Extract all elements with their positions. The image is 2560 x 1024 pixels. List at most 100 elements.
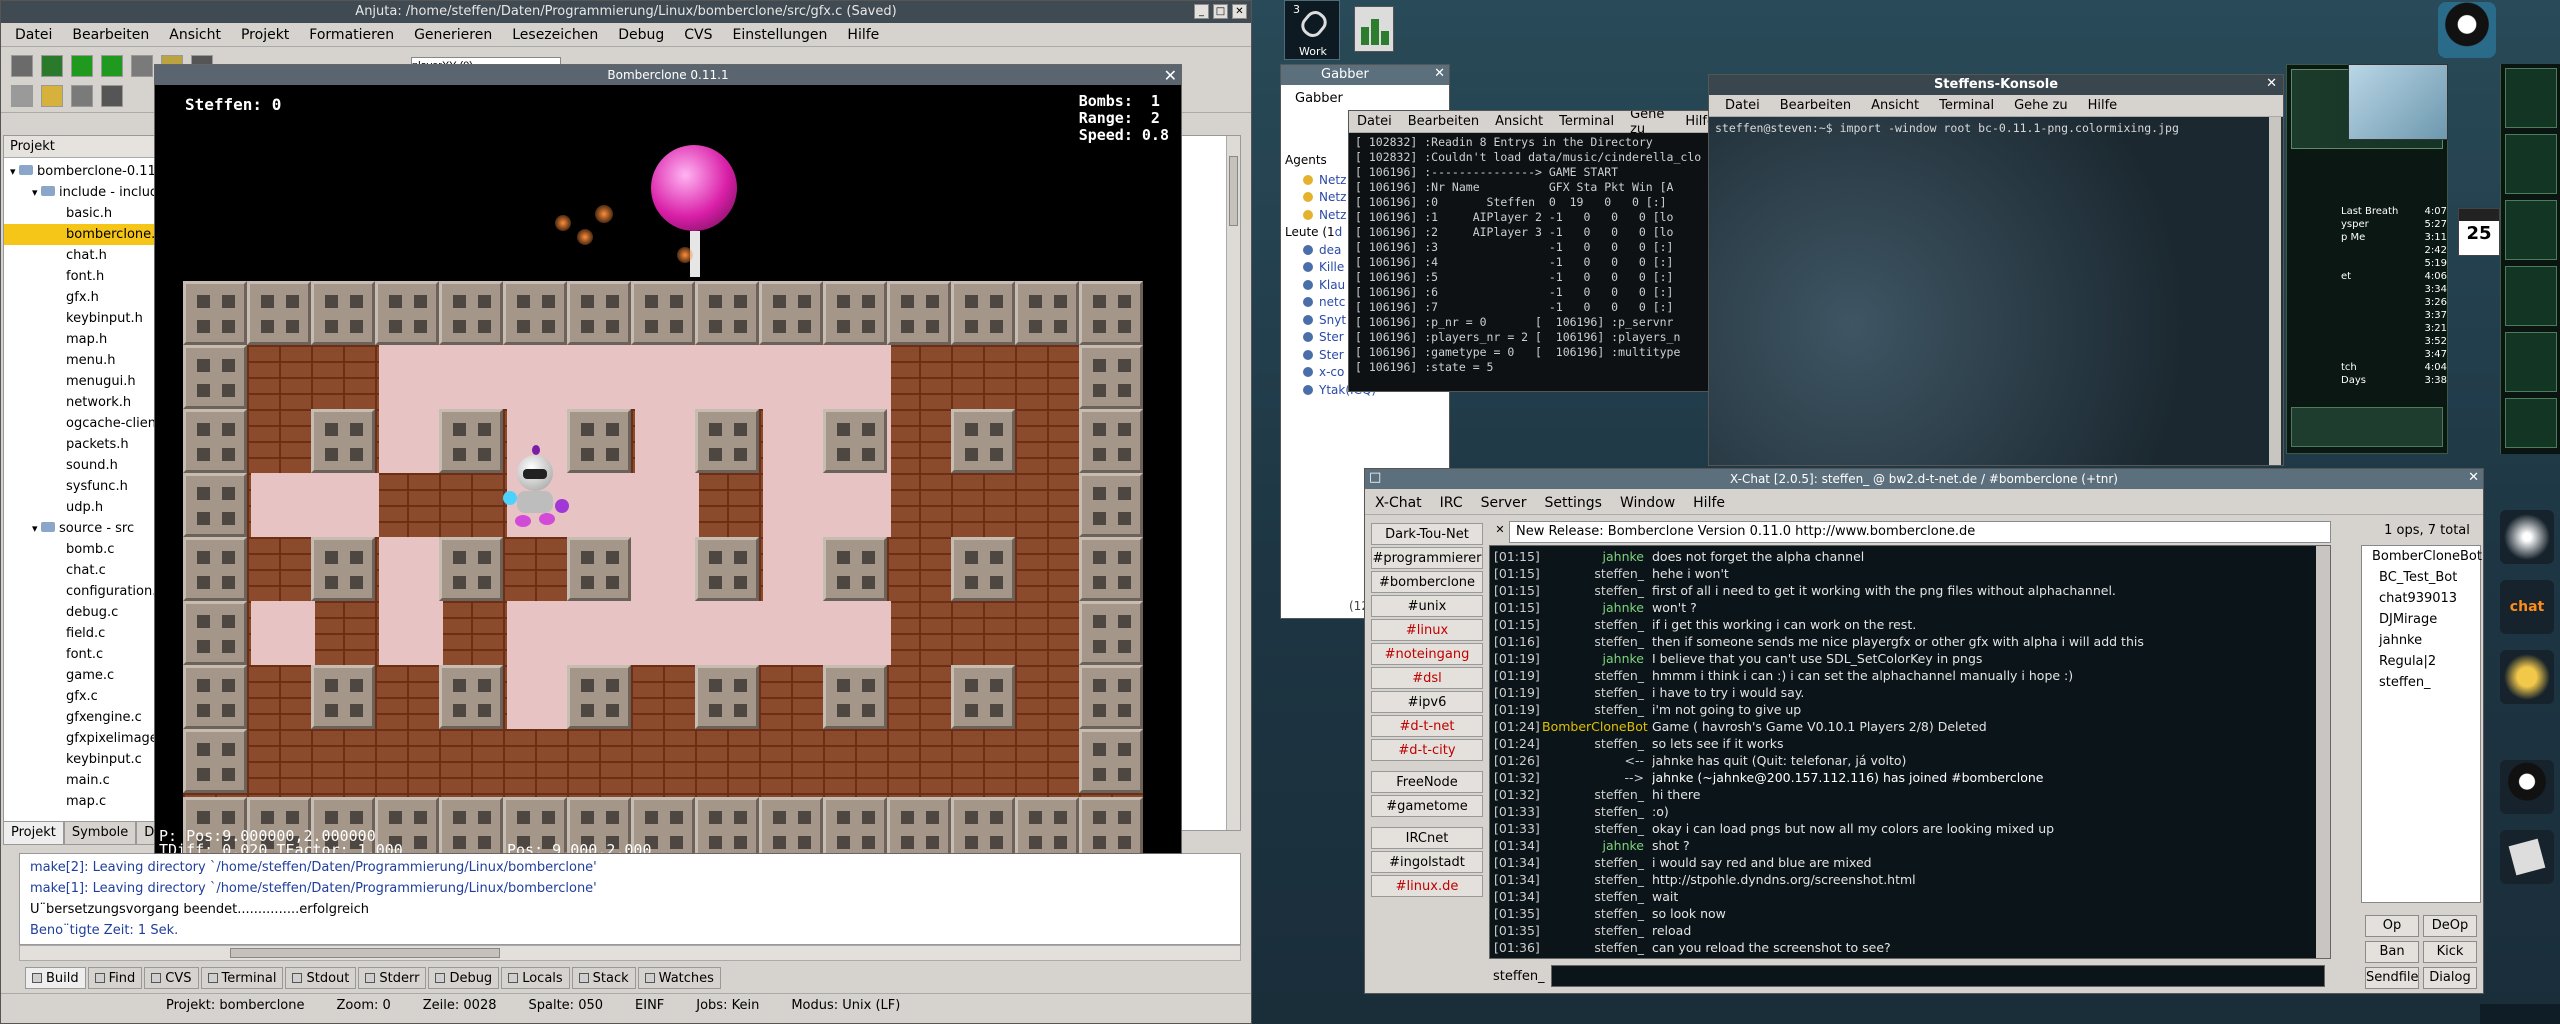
toolbar-button[interactable] [41, 85, 63, 107]
channel-button[interactable]: #d-t-city [1371, 739, 1483, 761]
user-entry[interactable]: jahnke [2362, 630, 2480, 651]
tree-file[interactable]: basic.h [4, 203, 158, 224]
toolbar-button[interactable] [11, 55, 33, 77]
toolbar-button[interactable] [71, 85, 93, 107]
channel-button[interactable]: #d-t-net [1371, 715, 1483, 737]
playlist-item[interactable]: 3:52 [2341, 335, 2447, 348]
user-action-button[interactable]: Sendfile [2365, 967, 2419, 989]
channel-button[interactable]: #bomberclone [1371, 571, 1483, 593]
konsole-menu-item[interactable]: Gehe zu [2014, 98, 2068, 113]
user-action-button[interactable]: Op [2365, 915, 2419, 937]
playlist-item[interactable]: Last Breath 4:07 [2341, 205, 2447, 218]
bottom-tab[interactable]: Watches [637, 967, 721, 989]
channel-button[interactable]: Dark-Tou-Net [1371, 523, 1483, 545]
anjuta-menu-item[interactable]: Debug [618, 27, 664, 43]
tree-file[interactable]: gfxengine.c [4, 707, 158, 728]
notes-icon[interactable] [2500, 830, 2554, 884]
anjuta-menu-item[interactable]: Ansicht [169, 27, 221, 43]
tree-file[interactable]: chat.c [4, 560, 158, 581]
toolbar-button[interactable] [41, 55, 63, 77]
terminal-menu-item[interactable]: Gehe zu [1630, 111, 1669, 137]
tree-folder[interactable]: ▾ source - src [4, 518, 158, 539]
anjuta-titlebar[interactable]: Anjuta: /home/steffen/Daten/Programmieru… [1, 1, 1251, 23]
mini-thumbnail[interactable] [2348, 64, 2448, 140]
xchat-menu-item[interactable]: Hilfe [1693, 495, 1725, 511]
chat-input[interactable] [1551, 965, 2325, 987]
topic-bar[interactable]: New Release: Bomberclone Version 0.11.0 … [1509, 521, 2331, 543]
bottom-tab[interactable]: Stdout [285, 967, 357, 989]
toolbar-button[interactable] [101, 85, 123, 107]
channel-button[interactable]: #programmierer [1371, 547, 1483, 569]
playlist-item[interactable]: 5:19 [2341, 257, 2447, 270]
bottom-tab[interactable]: Find [87, 967, 143, 989]
gabber-close-icon[interactable]: ✕ [1434, 66, 1445, 81]
bottom-tab[interactable]: Stack [571, 967, 636, 989]
toolbar-button[interactable] [131, 55, 153, 77]
bottom-tab[interactable]: Locals [501, 967, 570, 989]
channel-button[interactable]: #ingolstadt [1371, 851, 1483, 873]
bomberclone-close-icon[interactable]: ✕ [1164, 66, 1177, 85]
user-entry[interactable]: Regula|2 [2362, 651, 2480, 672]
channel-button[interactable]: #linux.de [1371, 875, 1483, 897]
topic-close-icon[interactable]: ✕ [1491, 523, 1509, 541]
tree-file[interactable]: menugui.h [4, 371, 158, 392]
konsole-terminal[interactable]: steffen@steven:~$ import -window root bc… [1709, 117, 2281, 465]
xchat-menu-item[interactable]: Settings [1545, 495, 1602, 511]
user-entry[interactable]: BomberCloneBot [2362, 546, 2482, 567]
user-entry[interactable]: BC_Test_Bot [2362, 567, 2480, 588]
tree-file[interactable]: sysfunc.h [4, 476, 158, 497]
chat-x-icon[interactable]: chat [2500, 580, 2554, 634]
launcher-icon[interactable] [1354, 6, 1394, 52]
konsole-scrollbar[interactable] [2269, 117, 2281, 465]
bottom-tab[interactable]: Terminal [200, 967, 284, 989]
playlist-item[interactable]: 3:47 [2341, 348, 2447, 361]
window-buttons[interactable]: _ □ ✕ [1194, 4, 1247, 19]
anjuta-menu-item[interactable]: Bearbeiten [72, 27, 149, 43]
channel-button[interactable]: #linux [1371, 619, 1483, 641]
konsole-menu-item[interactable]: Bearbeiten [1780, 98, 1851, 113]
anjuta-menu-item[interactable]: Datei [15, 27, 52, 43]
tree-file[interactable]: field.c [4, 623, 158, 644]
user-action-button[interactable]: Kick [2423, 941, 2477, 963]
channel-button[interactable]: FreeNode [1371, 771, 1483, 793]
penguin-icon[interactable] [2438, 2, 2496, 58]
tree-folder[interactable]: ▾ bomberclone-0.11.1 [4, 161, 168, 182]
penguin-dock-icon[interactable] [2500, 760, 2554, 814]
message-hscroll[interactable] [19, 945, 1241, 961]
tree-file[interactable]: keybinput.h [4, 308, 158, 329]
terminal-menu-item[interactable]: Ansicht [1495, 114, 1543, 129]
xchat-menu-item[interactable]: IRC [1440, 495, 1463, 511]
expander-icon[interactable]: ▾ [32, 186, 41, 199]
xchat-minimize-icon[interactable]: □ [1369, 470, 1381, 485]
xchat-titlebar[interactable]: X-Chat [2.0.5]: steffen_ @ bw2.d-t-net.d… [1365, 469, 2483, 489]
playlist-item[interactable]: et 4:06 [2341, 270, 2447, 283]
expander-icon[interactable]: ▾ [32, 522, 41, 535]
terminal-menu-item[interactable]: Datei [1357, 114, 1392, 129]
chat-scrollbar[interactable] [2316, 546, 2330, 958]
tree-file[interactable]: udp.h [4, 497, 158, 518]
tree-tab[interactable]: Projekt [3, 821, 64, 845]
channel-button[interactable]: #noteingang [1371, 643, 1483, 665]
bomberclone-titlebar[interactable]: Bomberclone 0.11.1 [155, 65, 1181, 85]
channel-button[interactable]: #gametome [1371, 795, 1483, 817]
bottom-tab[interactable]: Debug [428, 967, 500, 989]
playlist-item[interactable]: 3:34 [2341, 283, 2447, 296]
user-action-button[interactable]: DeOp [2423, 915, 2477, 937]
channel-button[interactable]: #dsl [1371, 667, 1483, 689]
playlist-item[interactable]: ysper 5:27 [2341, 218, 2447, 231]
tree-file[interactable]: gfx.c [4, 686, 158, 707]
tree-file[interactable]: map.h [4, 329, 158, 350]
tree-folder[interactable]: ▾ include - include [4, 182, 166, 203]
editor-scrollbar[interactable] [1226, 136, 1240, 830]
user-action-button[interactable]: Dialog [2423, 967, 2477, 989]
tree-file[interactable]: debug.c [4, 602, 158, 623]
swirl-icon[interactable] [2500, 510, 2554, 564]
playlist-item[interactable]: 3:21 [2341, 322, 2447, 335]
toolbar-button[interactable] [101, 55, 123, 77]
tree-file[interactable]: game.c [4, 665, 158, 686]
user-entry[interactable]: steffen_ [2362, 672, 2480, 693]
tree-file[interactable]: font.h [4, 266, 158, 287]
tree-file[interactable]: gfxpixelimage.c [4, 728, 169, 749]
toolbar-button[interactable] [11, 85, 33, 107]
konsole-titlebar[interactable]: Steffens-Konsole [1709, 75, 2283, 95]
